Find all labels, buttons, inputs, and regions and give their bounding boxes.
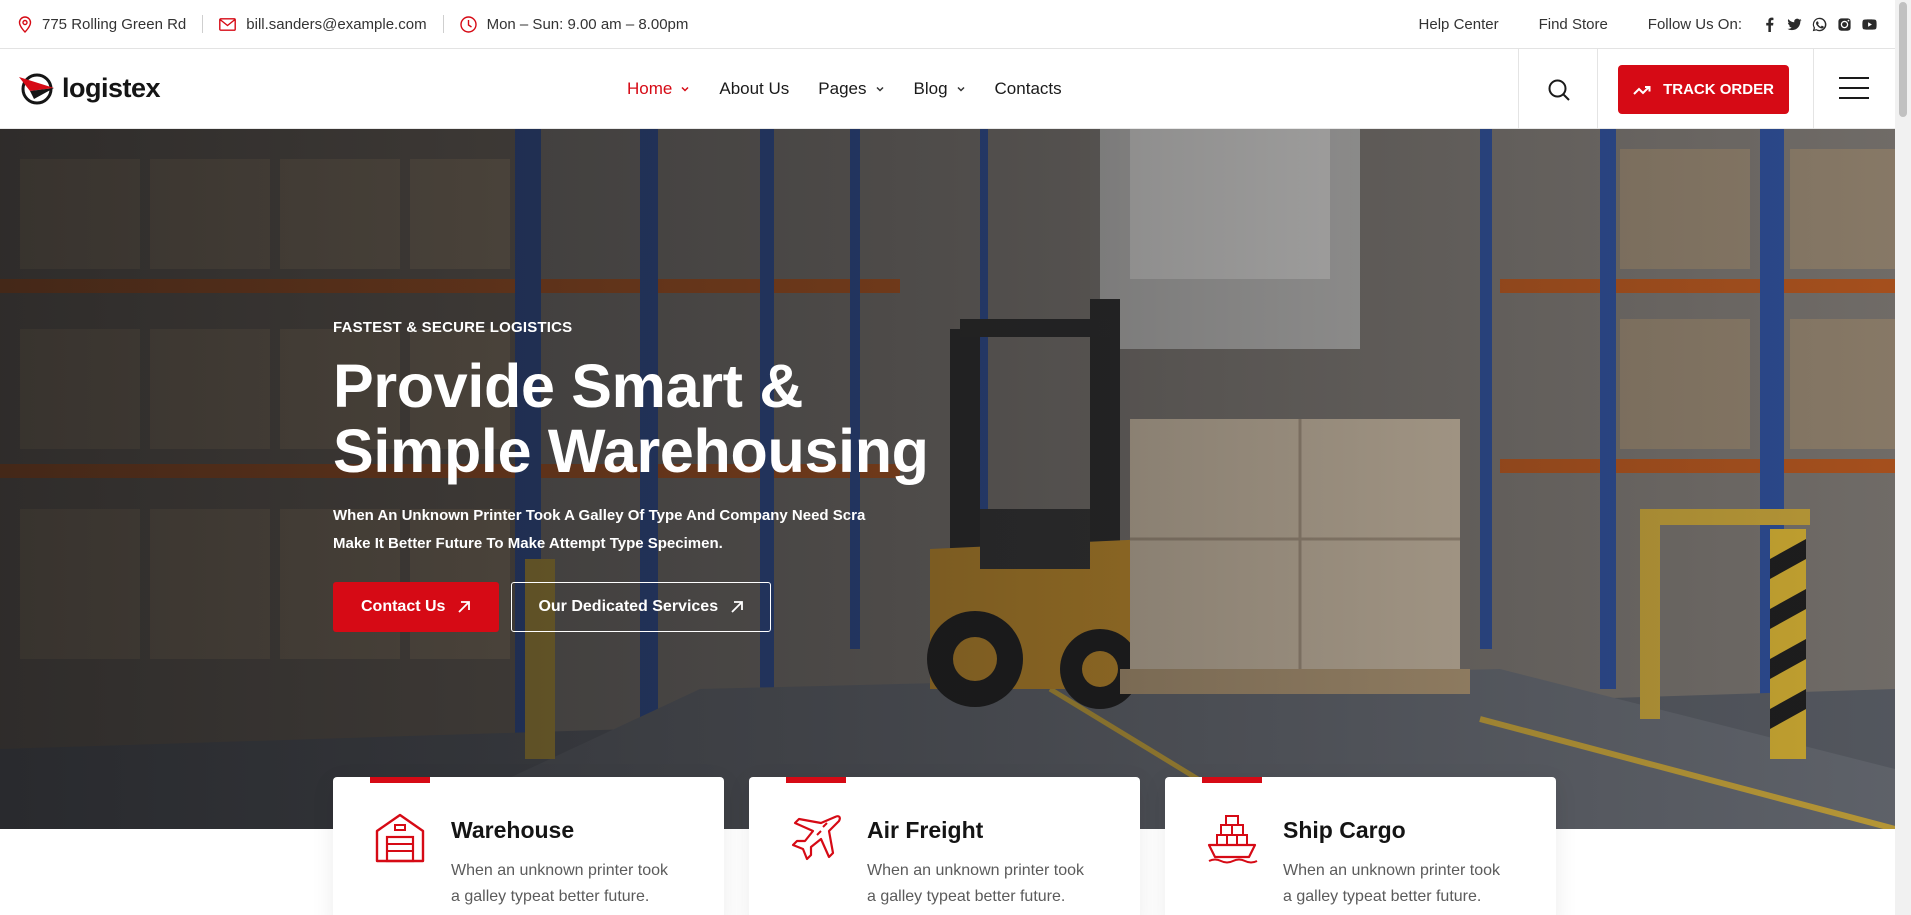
nav-item-pages[interactable]: Pages (818, 79, 884, 99)
header-divider (1813, 49, 1814, 129)
facebook-icon[interactable] (1762, 17, 1777, 32)
follow-label: Follow Us On: (1647, 15, 1742, 33)
airplane-icon (791, 815, 841, 861)
email-text[interactable]: bill.sanders@example.com (246, 16, 426, 33)
nav-pages-label: Pages (818, 79, 867, 98)
search-button[interactable] (1544, 75, 1574, 105)
hero-content: FASTEST & SECURE LOGISTICS Provide Smart… (333, 319, 929, 632)
menu-line (1839, 77, 1869, 79)
nav-item-home[interactable]: Home (627, 79, 690, 99)
contact-us-label: Contact Us (361, 598, 446, 615)
card-title: Ship Cargo (1283, 817, 1406, 843)
service-cards: Warehouse When an unknown printer took a… (333, 777, 1556, 915)
search-icon (1548, 79, 1570, 101)
hero-buttons: Contact Us Our Dedicated Services (333, 582, 929, 632)
contact-info-group: 775 Rolling Green Rd bill.sanders@exampl… (18, 15, 704, 33)
logo-mark-icon (19, 73, 54, 105)
card-description: When an unknown printer took a galley ty… (1283, 862, 1501, 905)
hero-title-line-2: Simple Warehousing (333, 417, 929, 485)
page-scrollbar[interactable] (1895, 0, 1911, 915)
nav-item-contacts[interactable]: Contacts (995, 79, 1062, 99)
hero-desc-line-2: Make It Better Future To Make Attempt Ty… (333, 535, 723, 552)
hero-title: Provide Smart & Simple Warehousing (333, 354, 929, 484)
hero-description: When An Unknown Printer Took A Galley Of… (333, 502, 893, 558)
chevron-down-icon (681, 86, 689, 92)
logo[interactable]: logistex (18, 71, 161, 105)
find-store-link[interactable]: Find Store (1539, 16, 1608, 33)
track-order-label: TRACK ORDER (1663, 81, 1774, 98)
card-accent-bar (1202, 777, 1262, 783)
hero-overlay (0, 129, 1895, 829)
menu-line (1839, 97, 1869, 99)
whatsapp-icon[interactable] (1812, 17, 1827, 32)
nav-home-label: Home (627, 79, 673, 98)
contact-us-button[interactable]: Contact Us (333, 582, 500, 632)
card-title: Air Freight (867, 817, 984, 843)
card-accent-bar (370, 777, 430, 783)
hero-title-line-1: Provide Smart & (333, 352, 804, 420)
header-divider (1597, 49, 1598, 129)
card-description: When an unknown printer took a galley ty… (451, 862, 669, 905)
warehouse-icon (375, 813, 425, 863)
trending-up-icon (1633, 85, 1651, 95)
arrow-up-right-icon (458, 601, 471, 613)
header-divider (1518, 49, 1519, 129)
chevron-down-icon (875, 86, 884, 92)
main-header: logistex Home About Us Pages Blog Contac… (0, 49, 1895, 129)
card-text: Ship Cargo When an unknown printer took … (1283, 811, 1513, 915)
logo-text: logistex (62, 72, 161, 103)
address-text: 775 Rolling Green Rd (42, 15, 187, 33)
hero-desc-line-1: When An Unknown Printer Took A Galley Of… (333, 507, 866, 524)
card-text: Air Freight When an unknown printer took… (867, 811, 1097, 915)
youtube-icon[interactable] (1862, 17, 1877, 32)
hero-eyebrow: FASTEST & SECURE LOGISTICS (333, 319, 573, 336)
envelope-icon (219, 17, 237, 31)
email-info[interactable]: bill.sanders@example.com (203, 15, 444, 33)
hours-info: Mon – Sun: 9.00 am – 8.00pm (444, 15, 705, 33)
arrow-up-right-icon (731, 601, 743, 613)
dedicated-services-button[interactable]: Our Dedicated Services (511, 582, 772, 632)
card-description: When an unknown printer took a galley ty… (867, 862, 1085, 905)
chevron-down-icon (957, 86, 965, 92)
social-links (1762, 17, 1877, 32)
nav-about-label: About Us (719, 79, 790, 98)
location-pin-icon (18, 15, 32, 33)
service-card[interactable]: Warehouse When an unknown printer took a… (333, 777, 724, 915)
cargo-ship-icon (1207, 815, 1258, 864)
main-nav: Home About Us Pages Blog Contacts (627, 49, 1062, 129)
menu-line (1839, 87, 1869, 89)
address-info: 775 Rolling Green Rd (18, 15, 204, 33)
clock-icon (459, 15, 477, 33)
service-card[interactable]: Ship Cargo When an unknown printer took … (1165, 777, 1556, 915)
card-accent-bar (786, 777, 846, 783)
nav-item-blog[interactable]: Blog (914, 79, 966, 99)
card-title: Warehouse (451, 817, 575, 843)
nav-blog-label: Blog (913, 79, 948, 98)
hamburger-menu-button[interactable] (1839, 77, 1869, 99)
scrollbar-thumb[interactable] (1899, 2, 1907, 117)
top-info-bar: 775 Rolling Green Rd bill.sanders@exampl… (0, 0, 1895, 49)
instagram-icon[interactable] (1837, 17, 1852, 32)
service-card[interactable]: Air Freight When an unknown printer took… (749, 777, 1140, 915)
hero-section: FASTEST & SECURE LOGISTICS Provide Smart… (0, 129, 1895, 829)
hours-text: Mon – Sun: 9.00 am – 8.00pm (486, 15, 689, 33)
twitter-icon[interactable] (1787, 17, 1802, 32)
top-links: Help Center Find Store Follow Us On: (1419, 16, 1877, 33)
nav-item-about[interactable]: About Us (719, 79, 789, 99)
nav-contacts-label: Contacts (994, 79, 1062, 98)
dedicated-services-label: Our Dedicated Services (538, 598, 719, 615)
help-center-link[interactable]: Help Center (1419, 16, 1499, 33)
card-text: Warehouse When an unknown printer took a… (451, 811, 681, 915)
track-order-button[interactable]: TRACK ORDER (1618, 65, 1789, 114)
